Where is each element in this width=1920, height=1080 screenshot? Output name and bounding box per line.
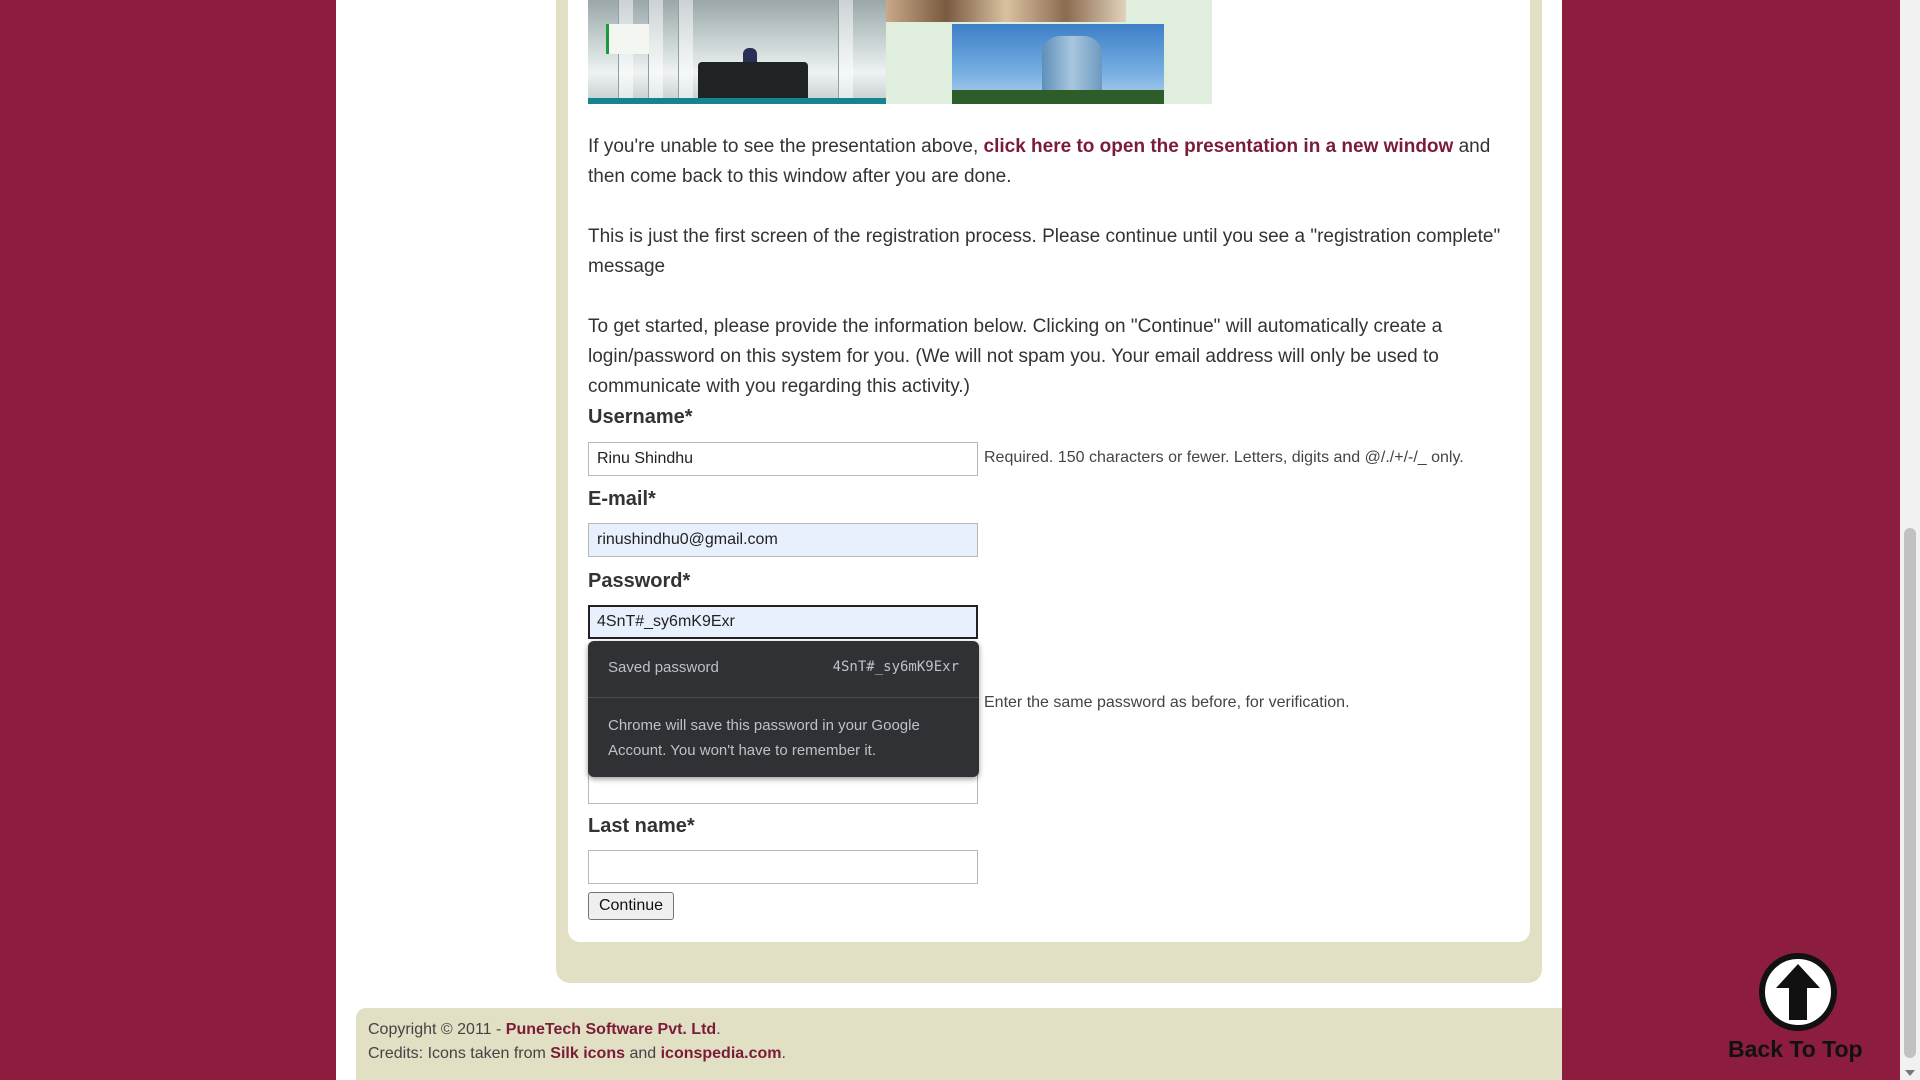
- back-to-top-link[interactable]: Back To Top: [1728, 1036, 1863, 1063]
- iconspedia-link[interactable]: iconspedia.com: [661, 1045, 782, 1062]
- get-started-notice: To get started, please provide the infor…: [588, 316, 1443, 397]
- company-link[interactable]: PuneTech Software Pvt. Ltd: [506, 1021, 716, 1038]
- saved-password-row[interactable]: Saved password 4SnT#_sy6mK9Exr: [608, 659, 959, 676]
- first-screen-notice: This is just the first screen of the reg…: [588, 226, 1501, 277]
- password-label: Password*: [588, 570, 691, 592]
- up-arrow-circle-icon[interactable]: [1758, 952, 1838, 1032]
- open-presentation-link[interactable]: click here to open the presentation in a…: [984, 136, 1454, 157]
- last-name-input[interactable]: [588, 850, 978, 884]
- saved-password-title: Saved password: [608, 659, 719, 676]
- password-save-note: Chrome will save this password in your G…: [608, 717, 920, 759]
- username-help-text: Required. 150 characters or fewer. Lette…: [984, 449, 1464, 466]
- page-footer: Copyright © 2011 - PuneTech Software Pvt…: [356, 1008, 1562, 1080]
- email-input[interactable]: rinushindhu0@gmail.com: [588, 523, 978, 557]
- presentation-slideshow[interactable]: [588, 0, 1212, 104]
- office-reception-image: [588, 0, 886, 104]
- password-input[interactable]: 4SnT#_sy6mK9Exr: [588, 605, 978, 639]
- scroll-down-icon[interactable]: [1905, 1070, 1915, 1076]
- page-scrollbar[interactable]: [1900, 0, 1920, 1080]
- last-name-label: Last name*: [588, 815, 695, 837]
- company-logo-image: [606, 24, 649, 54]
- silk-icons-link[interactable]: Silk icons: [550, 1045, 625, 1062]
- copyright-line: Copyright © 2011 - PuneTech Software Pvt…: [368, 1021, 721, 1038]
- presentation-fallback-text: If you're unable to see the presentation…: [588, 136, 1491, 187]
- office-building-image: [952, 24, 1164, 104]
- username-label: Username*: [588, 406, 693, 428]
- saved-password-popup[interactable]: Saved password 4SnT#_sy6mK9Exr Chrome wi…: [588, 641, 979, 777]
- office-strip-image: [886, 0, 1126, 22]
- scrollbar-thumb[interactable]: [1904, 528, 1916, 1058]
- password-confirm-help-text: Enter the same password as before, for v…: [984, 694, 1350, 711]
- username-input[interactable]: Rinu Shindhu: [588, 442, 978, 476]
- continue-button[interactable]: Continue: [588, 892, 674, 920]
- email-label: E-mail*: [588, 488, 656, 510]
- saved-password-value: 4SnT#_sy6mK9Exr: [832, 659, 959, 675]
- popup-divider: [588, 697, 979, 698]
- credits-line: Credits: Icons taken from Silk icons and…: [368, 1045, 786, 1062]
